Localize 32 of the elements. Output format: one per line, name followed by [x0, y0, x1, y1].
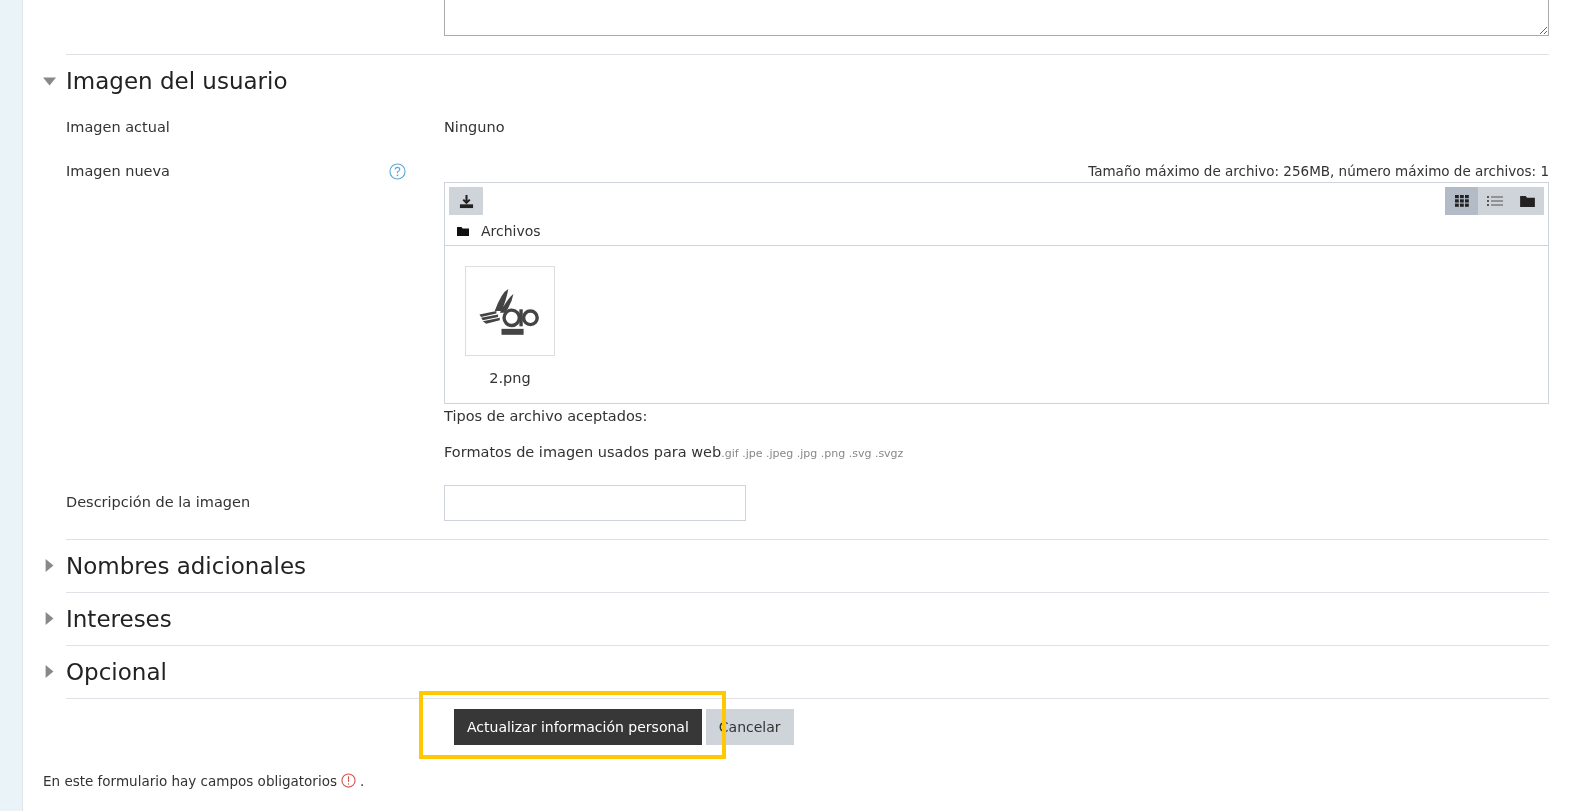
exclamation-icon [340, 773, 356, 788]
section-title[interactable]: Imagen del usuario [66, 68, 288, 94]
grid-view-button[interactable] [1445, 187, 1478, 215]
text-area[interactable] [444, 0, 1549, 36]
submit-button[interactable]: Actualizar información personal [454, 708, 702, 745]
input-field[interactable] [444, 484, 746, 521]
accepted-types-label: Tipos de archivo aceptados: [444, 408, 649, 424]
file-limits-text: Tamaño máximo de archivo: 256MB, número máximo de archivos: 1 [1087, 163, 1549, 179]
accepted-extensions: .gif .jpe .jpeg .jpg .png .svg .svgz [721, 447, 904, 460]
section-title[interactable]: Nombres adicionales [66, 552, 307, 579]
field-label: Descripción de la imagen [66, 494, 251, 510]
field-label: Imagen nueva [66, 163, 170, 179]
caret-icon[interactable] [43, 612, 56, 625]
image-thumbnail[interactable] [465, 266, 555, 356]
download-icon [458, 193, 474, 209]
section-title[interactable]: Intereses [66, 605, 172, 632]
folder-icon [1520, 195, 1535, 207]
note-period: . [359, 772, 365, 789]
file-name[interactable]: 2.png [489, 370, 531, 386]
grid-icon [1454, 195, 1469, 207]
download-button[interactable] [449, 187, 483, 215]
caret-icon[interactable] [43, 665, 56, 678]
accepted-types-group: Formatos de imagen usados para web [444, 444, 722, 460]
field-label: Imagen actual [66, 119, 170, 135]
caret-icon[interactable] [43, 559, 56, 572]
folder-icon [457, 226, 469, 236]
help-icon[interactable] [389, 163, 406, 180]
list-icon [1486, 195, 1503, 207]
section-title[interactable]: Opcional [66, 658, 167, 685]
required-note: En este formulario hay campos obligatorios [43, 772, 337, 789]
folder-path[interactable]: Archivos [481, 223, 541, 239]
field-value: Ninguno [444, 119, 505, 135]
